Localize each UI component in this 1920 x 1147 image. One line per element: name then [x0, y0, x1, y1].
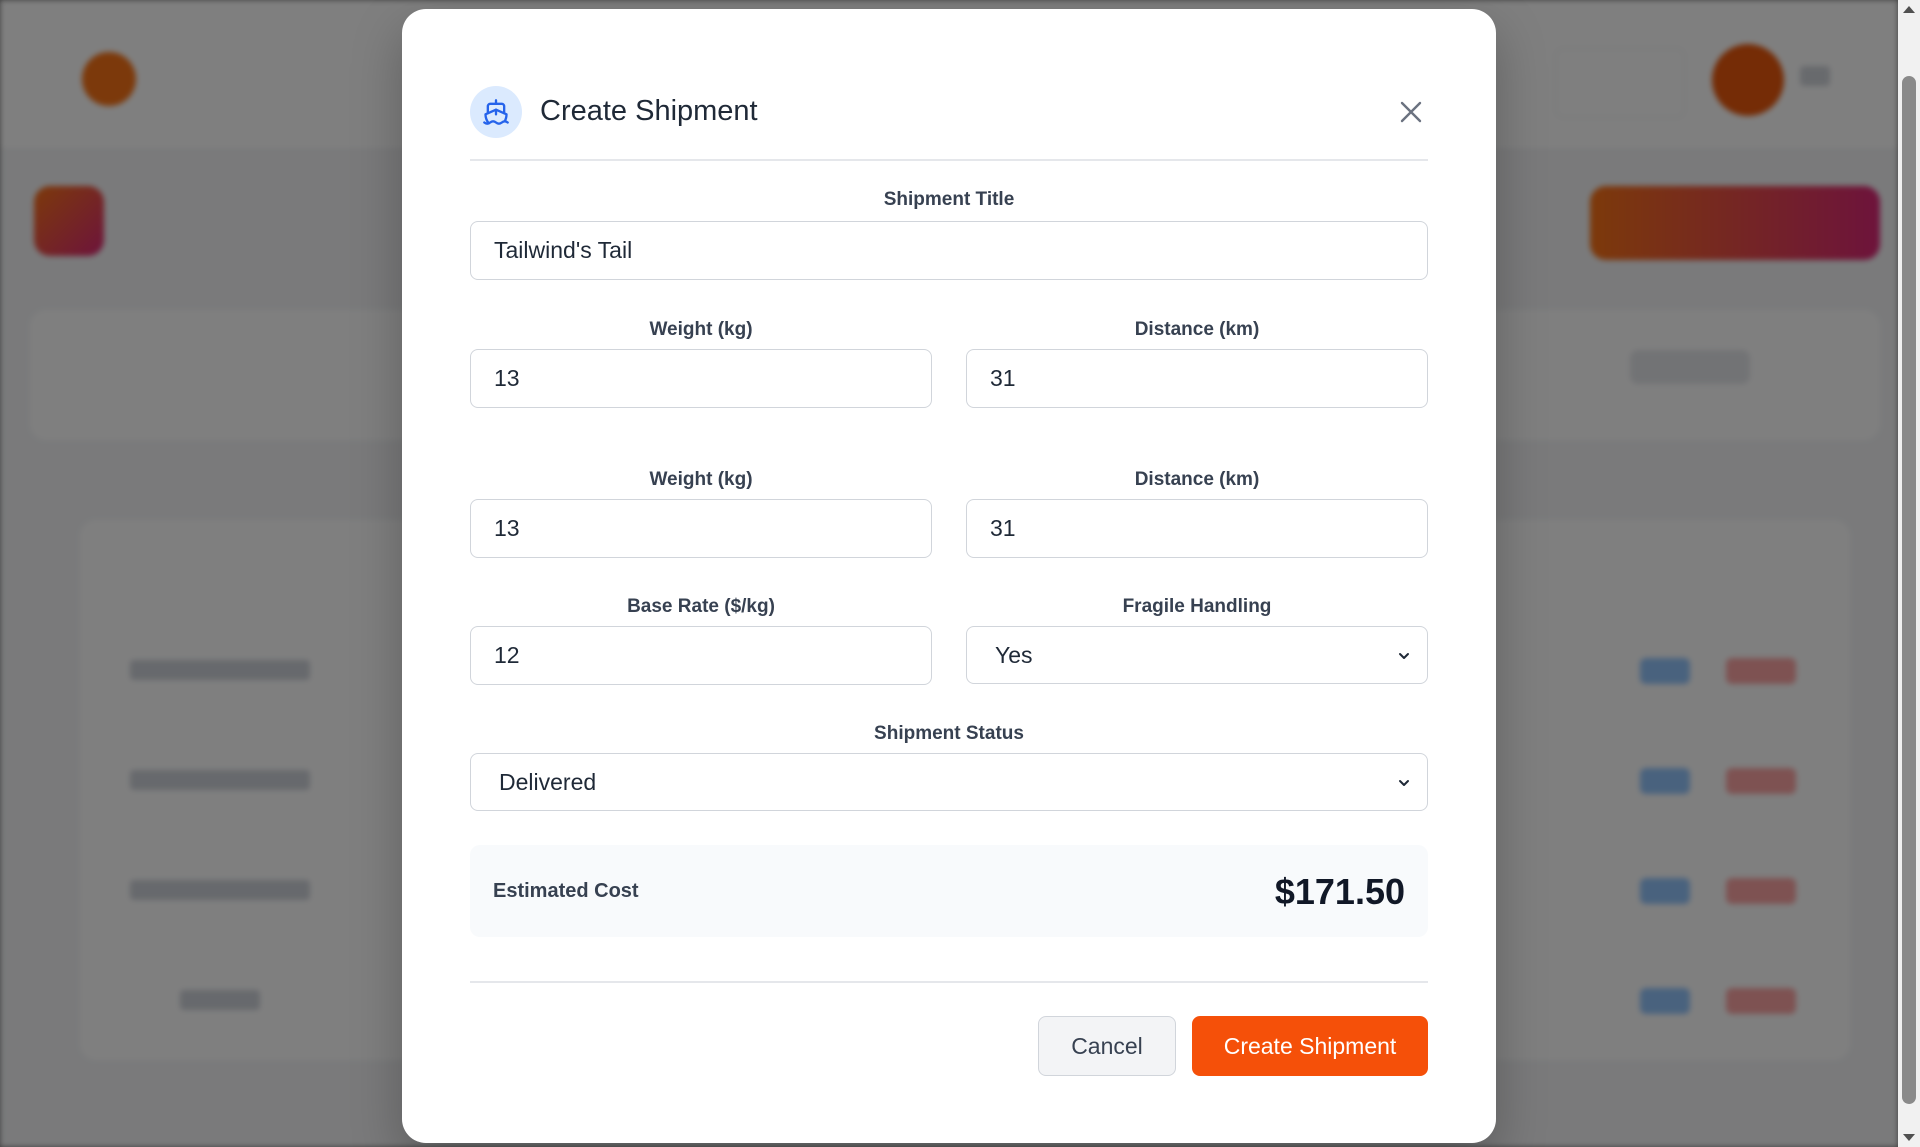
cancel-button[interactable]: Cancel [1038, 1016, 1176, 1076]
modal-title: Create Shipment [540, 95, 758, 127]
estimated-cost-value: $171.50 [1274, 871, 1405, 912]
ship-icon [470, 86, 522, 138]
distance-label: Distance (km) [1134, 319, 1260, 340]
shipment-status-select[interactable]: Delivered [470, 753, 1428, 811]
shipment-status-label: Shipment Status [874, 723, 1024, 744]
shipment-title-input[interactable] [470, 221, 1428, 280]
chevron-down-icon [1399, 653, 1409, 659]
page-scrollbar[interactable] [1898, 0, 1920, 1147]
distance-label: Distance (km) [1134, 469, 1260, 490]
fragile-handling-select[interactable]: Yes [966, 626, 1428, 684]
weight-label: Weight (kg) [649, 469, 753, 490]
base-rate-input[interactable] [470, 626, 932, 685]
shipment-status-value: Delivered [499, 768, 597, 795]
fragile-handling-value: Yes [995, 641, 1033, 668]
shipment-title-label: Shipment Title [883, 189, 1015, 210]
weight-input[interactable] [470, 349, 932, 408]
estimated-cost-label: Estimated Cost [493, 880, 639, 902]
scrollbar-thumb[interactable] [1902, 76, 1916, 1104]
footer-divider [470, 981, 1428, 983]
distance-input[interactable] [966, 499, 1428, 558]
chevron-down-icon [1399, 780, 1409, 786]
weight-label: Weight (kg) [649, 319, 753, 340]
create-shipment-button[interactable]: Create Shipment [1192, 1016, 1428, 1076]
weight-input[interactable] [470, 499, 932, 558]
modal-header: Create Shipment [470, 77, 1428, 161]
distance-input[interactable] [966, 349, 1428, 408]
close-icon[interactable] [1394, 95, 1428, 129]
fragile-handling-label: Fragile Handling [1122, 596, 1272, 617]
create-shipment-modal: Create Shipment Shipment Title Weight (k… [402, 9, 1496, 1143]
estimated-cost-panel: Estimated Cost $171.50 [470, 845, 1428, 937]
scroll-up-icon[interactable] [1903, 6, 1915, 13]
base-rate-label: Base Rate ($/kg) [627, 596, 775, 617]
scroll-down-icon[interactable] [1903, 1134, 1915, 1141]
